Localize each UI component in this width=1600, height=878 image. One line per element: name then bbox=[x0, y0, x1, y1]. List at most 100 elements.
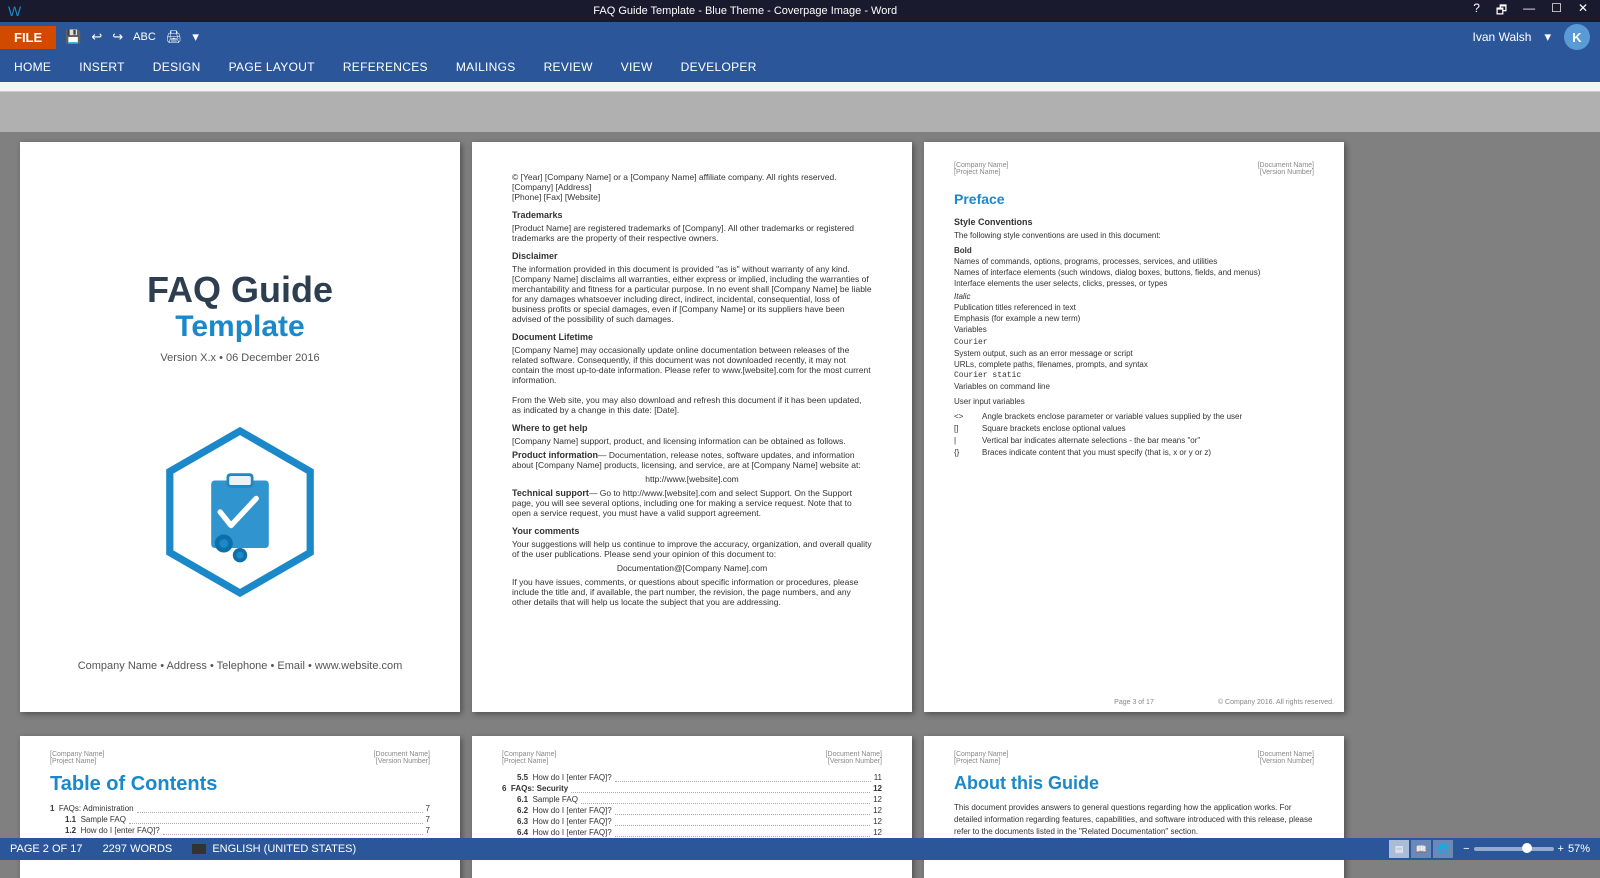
title-bar-left: W bbox=[8, 3, 21, 19]
preface-header: [Company Name] [Project Name] [Document … bbox=[954, 162, 1314, 176]
style-courier-desc2: URLs, complete paths, filenames, prompts… bbox=[954, 360, 1314, 369]
copyright-line1: © [Year] [Company Name] or a [Company Na… bbox=[512, 172, 872, 182]
tab-references[interactable]: REFERENCES bbox=[329, 52, 442, 82]
sym-square-bracket: [] bbox=[954, 424, 974, 433]
page-copyright: © [Year] [Company Name] or a [Company Na… bbox=[472, 142, 912, 712]
faq-header-right: [Document Name] [Version Number] bbox=[826, 751, 882, 765]
comments-email: Documentation@[Company Name].com bbox=[512, 563, 872, 573]
tab-home[interactable]: HOME bbox=[0, 52, 65, 82]
spelling-button[interactable]: ABC bbox=[128, 29, 161, 45]
style-italic-label: Italic bbox=[954, 292, 1314, 301]
undo-button[interactable]: ↩ bbox=[86, 27, 107, 47]
disclaimer-section: Disclaimer The information provided in t… bbox=[512, 251, 872, 324]
word-icon: W bbox=[8, 3, 21, 19]
read-mode-view[interactable]: 📖 bbox=[1411, 840, 1431, 858]
zoom-thumb bbox=[1522, 843, 1532, 853]
title-bar: W FAQ Guide Template - Blue Theme - Cove… bbox=[0, 0, 1600, 22]
ribbon-body bbox=[0, 82, 1600, 92]
user-name: Ivan Walsh bbox=[1473, 30, 1532, 44]
copyright-line3: [Phone] [Fax] [Website] bbox=[512, 192, 872, 202]
preface-header-right: [Document Name] [Version Number] bbox=[1258, 162, 1314, 176]
zoom-level: 57% bbox=[1568, 843, 1590, 855]
tab-developer[interactable]: DEVELOPER bbox=[667, 52, 771, 82]
tab-page-layout[interactable]: PAGE LAYOUT bbox=[215, 52, 329, 82]
style-conv-intro: The following style conventions are used… bbox=[954, 231, 1314, 240]
zoom-out-btn[interactable]: − bbox=[1463, 843, 1469, 855]
toc-item-1-1: 1.1 Sample FAQ 7 bbox=[50, 815, 430, 824]
style-italic-desc2: Emphasis (for example a new term) bbox=[954, 314, 1314, 323]
user-dropdown[interactable]: ▾ bbox=[1539, 27, 1556, 47]
minimize-button[interactable]: — bbox=[1519, 1, 1539, 22]
trademarks-title: Trademarks bbox=[512, 210, 872, 220]
maximize-button[interactable]: ☐ bbox=[1547, 1, 1566, 22]
copyright-notice: © [Year] [Company Name] or a [Company Na… bbox=[512, 172, 872, 202]
toc-header: [Company Name] [Project Name] [Document … bbox=[50, 751, 430, 765]
about-title: About this Guide bbox=[954, 773, 1314, 794]
status-lang: ENGLISH (UNITED STATES) bbox=[192, 843, 356, 855]
style-courier-static-desc: Variables on command line bbox=[954, 382, 1314, 391]
lifetime-text2: From the Web site, you may also download… bbox=[512, 395, 872, 415]
sym-angle-desc: Angle brackets enclose parameter or vari… bbox=[982, 412, 1242, 421]
product-bold: Product information bbox=[512, 450, 598, 460]
zoom-slider[interactable] bbox=[1474, 847, 1554, 851]
cover-version: Version X.x • 06 December 2016 bbox=[147, 352, 333, 364]
cover-logo bbox=[150, 422, 330, 602]
style-courier-label: Courier bbox=[954, 338, 1314, 347]
close-button[interactable]: ✕ bbox=[1574, 1, 1592, 22]
page-num: Page 3 of 17 bbox=[1114, 699, 1154, 706]
faq-item-6-2: 6.2 How do I [enter FAQ]? 12 bbox=[502, 806, 882, 815]
style-courier-static: Courier static bbox=[954, 371, 1314, 380]
page-preface: [Company Name] [Project Name] [Document … bbox=[924, 142, 1344, 712]
ribbon-wrapper: FILE 💾 ↩ ↪ ABC 🖨 ▾ Ivan Walsh ▾ K HOME I… bbox=[0, 22, 1600, 82]
product-url: http://www.[website].com bbox=[512, 474, 872, 484]
style-italic-desc3: Variables bbox=[954, 325, 1314, 334]
about-text1: This document provides answers to genera… bbox=[954, 802, 1314, 838]
style-bold-label: Bold bbox=[954, 246, 1314, 255]
faq-item-6-1: 6.1 Sample FAQ 12 bbox=[502, 795, 882, 804]
tab-mailings[interactable]: MAILINGS bbox=[442, 52, 530, 82]
tab-design[interactable]: DESIGN bbox=[139, 52, 215, 82]
file-button[interactable]: FILE bbox=[0, 26, 56, 49]
help-section: Where to get help [Company Name] support… bbox=[512, 423, 872, 518]
tab-view[interactable]: VIEW bbox=[607, 52, 667, 82]
tab-review[interactable]: REVIEW bbox=[530, 52, 607, 82]
sym-square-desc: Square brackets enclose optional values bbox=[982, 424, 1126, 433]
comments-text: Your suggestions will help us continue t… bbox=[512, 539, 872, 559]
tab-insert[interactable]: INSERT bbox=[65, 52, 139, 82]
status-words: 2297 WORDS bbox=[103, 843, 173, 855]
print-layout-view[interactable]: ▤ bbox=[1389, 840, 1409, 858]
qa-dropdown[interactable]: ▾ bbox=[187, 27, 204, 47]
redo-button[interactable]: ↪ bbox=[107, 27, 128, 47]
pages-top-row: FAQ Guide Template Version X.x • 06 Dece… bbox=[20, 142, 1344, 712]
style-courier-desc1: System output, such as an error message … bbox=[954, 349, 1314, 358]
about-header: [Company Name] [Project Name] [Document … bbox=[954, 751, 1314, 765]
cover-title-sub: Template bbox=[147, 310, 333, 344]
about-header-right: [Document Name] [Version Number] bbox=[1258, 751, 1314, 765]
help-button[interactable]: ? bbox=[1469, 1, 1484, 22]
faq-item-6-4: 6.4 How do I [enter FAQ]? 12 bbox=[502, 828, 882, 837]
status-page: PAGE 2 OF 17 bbox=[10, 843, 83, 855]
zoom-bar: − + 57% bbox=[1463, 843, 1590, 855]
toc-title: Table of Contents bbox=[50, 773, 430, 796]
quick-access-toolbar: FILE 💾 ↩ ↪ ABC 🖨 ▾ Ivan Walsh ▾ K bbox=[0, 22, 1600, 52]
page-footer-copyright: © Company 2016. All rights reserved. bbox=[1218, 699, 1334, 706]
web-layout-view[interactable]: 🌐 bbox=[1433, 840, 1453, 858]
sym-angle-bracket: <> bbox=[954, 412, 974, 421]
sym-angle: <> Angle brackets enclose parameter or v… bbox=[954, 412, 1314, 421]
lifetime-title: Document Lifetime bbox=[512, 332, 872, 342]
style-italic-desc1: Publication titles referenced in text bbox=[954, 303, 1314, 312]
print-button[interactable]: 🖨 bbox=[161, 27, 188, 47]
trademarks-text: [Product Name] are registered trademarks… bbox=[512, 223, 872, 243]
style-user-input: User input variables bbox=[954, 397, 1314, 406]
top-section: W FAQ Guide Template - Blue Theme - Cove… bbox=[0, 0, 1600, 92]
restore-button[interactable]: 🗗 bbox=[1492, 1, 1511, 22]
disclaimer-text: The information provided in this documen… bbox=[512, 264, 872, 324]
toc-header-right: [Document Name] [Version Number] bbox=[374, 751, 430, 765]
sym-brace-desc: Braces indicate content that you must sp… bbox=[982, 448, 1211, 457]
preface-header-left: [Company Name] [Project Name] bbox=[954, 162, 1008, 176]
save-button[interactable]: 💾 bbox=[60, 27, 86, 47]
zoom-in-btn[interactable]: + bbox=[1558, 843, 1564, 855]
toc-item-1: 1 FAQs: Administration 7 bbox=[50, 804, 430, 813]
sym-pipe-char: | bbox=[954, 436, 974, 445]
preface-title: Preface bbox=[954, 191, 1314, 207]
